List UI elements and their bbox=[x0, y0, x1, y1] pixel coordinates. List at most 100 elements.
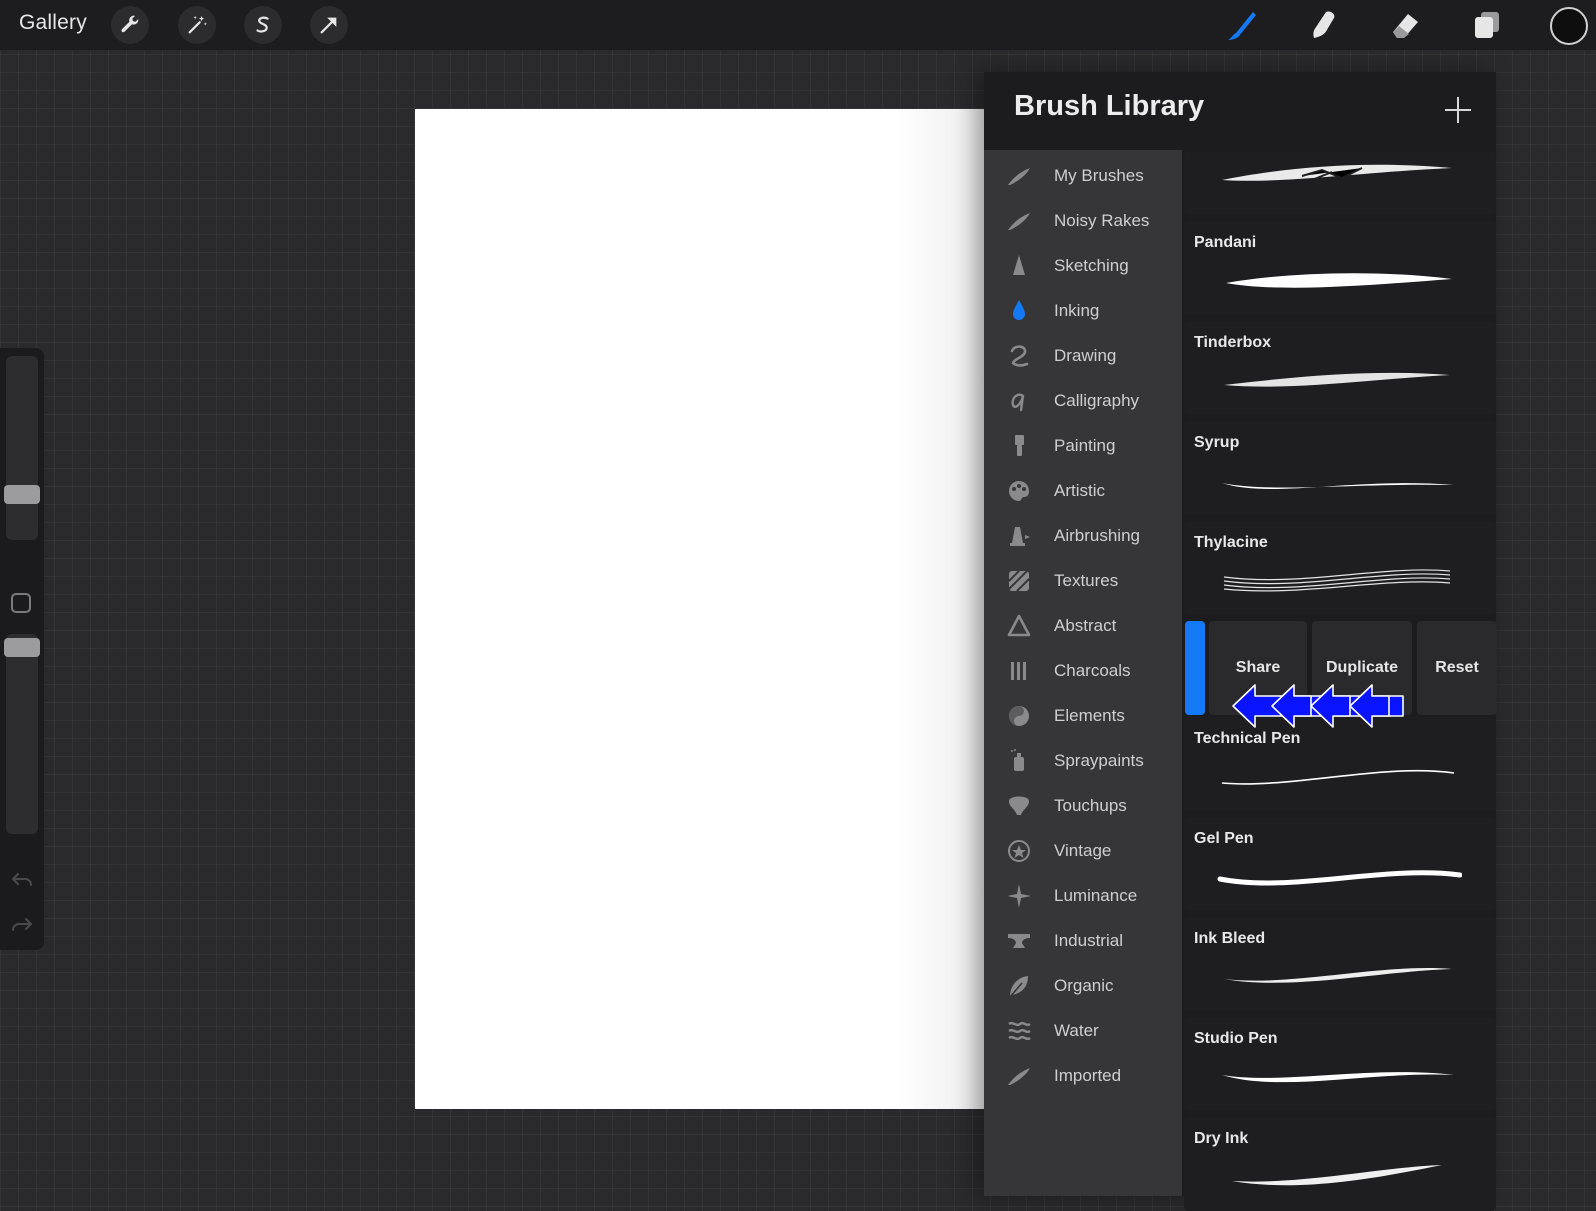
drawing-canvas[interactable] bbox=[415, 109, 985, 1109]
reset-button[interactable]: Reset bbox=[1417, 621, 1497, 715]
brush-stroke-preview bbox=[1222, 1072, 1454, 1083]
sparkle-icon bbox=[1007, 884, 1031, 908]
brush-set-water[interactable]: Water bbox=[984, 1009, 1182, 1051]
brush-stroke-preview bbox=[1224, 372, 1450, 387]
brush-name: Pandani bbox=[1194, 234, 1257, 251]
color-picker-button[interactable] bbox=[1550, 7, 1588, 45]
yin-yang-icon bbox=[1009, 706, 1029, 726]
brush-set-label: Spraypaints bbox=[1054, 751, 1144, 770]
brush-row-pandani[interactable]: Pandani bbox=[1184, 221, 1496, 315]
star-circle-icon bbox=[1008, 840, 1030, 862]
eraser-icon bbox=[1393, 14, 1418, 38]
brush-set-label: Inking bbox=[1054, 301, 1100, 320]
brush-set-sketching[interactable]: Sketching bbox=[984, 244, 1182, 286]
brush-tool-button[interactable] bbox=[1221, 4, 1263, 46]
opacity-slider[interactable] bbox=[6, 634, 38, 834]
actions-button[interactable] bbox=[111, 6, 149, 44]
transform-button[interactable] bbox=[310, 6, 348, 44]
brush-set-touchups[interactable]: Touchups bbox=[984, 784, 1182, 826]
spray-can-icon bbox=[1011, 749, 1024, 771]
brush-row-dry-ink[interactable]: Dry Ink bbox=[1184, 1117, 1496, 1211]
modify-button[interactable] bbox=[11, 593, 31, 613]
triangle-icon bbox=[1007, 614, 1031, 637]
smudge-tool-button[interactable] bbox=[1302, 4, 1344, 46]
layers-icon bbox=[1475, 12, 1499, 38]
brush-set-label: My Brushes bbox=[1054, 166, 1144, 185]
brush-set-industrial[interactable]: Industrial bbox=[984, 919, 1182, 961]
brush-library-title: Brush Library bbox=[1014, 90, 1205, 122]
brush-set-label: Elements bbox=[1054, 706, 1125, 725]
brush-set-label: Airbrushing bbox=[1054, 526, 1140, 545]
brush-name: Syrup bbox=[1194, 434, 1240, 451]
brush-name: Thylacine bbox=[1194, 534, 1268, 551]
brush-set-artistic[interactable]: Artistic bbox=[984, 469, 1182, 511]
brush-set-label: Water bbox=[1054, 1021, 1099, 1040]
squiggle-icon bbox=[1010, 345, 1029, 367]
brush-icon bbox=[1228, 12, 1256, 40]
adjustments-button[interactable] bbox=[178, 6, 216, 44]
brush-name: Tinderbox bbox=[1194, 334, 1272, 351]
brush-row-syrup[interactable]: Syrup bbox=[1184, 421, 1496, 515]
eraser-tool-button[interactable] bbox=[1384, 4, 1426, 46]
brush-set-vintage[interactable]: Vintage bbox=[984, 829, 1182, 871]
brush-stroke-preview bbox=[1217, 870, 1462, 886]
brush-set-label: Vintage bbox=[1054, 841, 1112, 860]
brush-name: Dry Ink bbox=[1194, 1130, 1249, 1147]
brush-stroke-preview bbox=[1222, 483, 1454, 489]
brush-set-spraypaints[interactable]: Spraypaints bbox=[984, 739, 1182, 781]
feather-icon bbox=[1008, 1068, 1030, 1085]
brush-set-label: Noisy Rakes bbox=[1054, 211, 1150, 230]
pencil-tip-icon bbox=[1013, 255, 1025, 275]
opacity-thumb[interactable] bbox=[4, 637, 40, 657]
brush-row-gel-pen[interactable]: Gel Pen bbox=[1184, 817, 1496, 911]
brush-size-thumb[interactable] bbox=[4, 484, 40, 504]
brush-row-tinderbox[interactable]: Tinderbox bbox=[1184, 321, 1496, 415]
brush-set-charcoals[interactable]: Charcoals bbox=[984, 649, 1182, 691]
brush-set-label: Luminance bbox=[1054, 886, 1138, 905]
brush-set-my-brushes[interactable]: My Brushes bbox=[984, 154, 1182, 196]
brush-stroke-preview bbox=[1232, 1165, 1442, 1186]
brush-set-elements[interactable]: Elements bbox=[984, 694, 1182, 736]
brush-set-textures[interactable]: Textures bbox=[984, 559, 1182, 601]
magic-wand-icon bbox=[188, 15, 207, 34]
brush-set-label: Painting bbox=[1054, 436, 1116, 455]
brush-set-label: Charcoals bbox=[1054, 661, 1131, 680]
brush-set-label: Calligraphy bbox=[1054, 391, 1140, 410]
brush-name: Technical Pen bbox=[1194, 730, 1301, 747]
brush-set-drawing[interactable]: Drawing bbox=[984, 334, 1182, 376]
brush-set-noisy-rakes[interactable]: Noisy Rakes bbox=[984, 199, 1182, 241]
brush-set-calligraphy[interactable]: Calligraphy bbox=[984, 379, 1182, 421]
left-sidebar bbox=[0, 348, 44, 950]
brush-set-airbrushing[interactable]: Airbrushing bbox=[984, 514, 1182, 556]
texture-icon bbox=[1008, 570, 1030, 592]
brush-set-label: Touchups bbox=[1054, 796, 1127, 815]
brush-set-painting[interactable]: Painting bbox=[984, 424, 1182, 466]
selection-s-icon bbox=[256, 16, 269, 33]
brush-set-luminance[interactable]: Luminance bbox=[984, 874, 1182, 916]
brush-row[interactable] bbox=[1184, 152, 1496, 215]
brush-row-thylacine[interactable]: Thylacine bbox=[1184, 521, 1496, 615]
brush-set-imported[interactable]: Imported bbox=[984, 1054, 1182, 1096]
brush-set-organic[interactable]: Organic bbox=[984, 964, 1182, 1006]
brush-row-ink-bleed[interactable]: Ink Bleed bbox=[1184, 917, 1496, 1011]
brush-stroke-preview bbox=[1221, 769, 1455, 785]
top-toolbar: Gallery bbox=[0, 0, 1596, 50]
brush-set-abstract[interactable]: Abstract bbox=[984, 604, 1182, 646]
brush-set-label: Industrial bbox=[1054, 931, 1123, 950]
layers-button[interactable] bbox=[1466, 4, 1508, 46]
brush-row-technical-pen[interactable]: Technical Pen bbox=[1184, 717, 1496, 811]
redo-icon[interactable] bbox=[10, 915, 34, 935]
airbrush-icon bbox=[1010, 527, 1030, 546]
brush-set-label: Drawing bbox=[1054, 346, 1117, 365]
brush-name: Gel Pen bbox=[1194, 830, 1254, 847]
brush-name: Studio Pen bbox=[1194, 1030, 1278, 1047]
brush-set-inking[interactable]: Inking bbox=[984, 289, 1182, 331]
gallery-button[interactable]: Gallery bbox=[19, 11, 87, 35]
undo-icon[interactable] bbox=[10, 870, 34, 890]
brush-row-studio-pen[interactable]: Studio Pen bbox=[1184, 1017, 1496, 1111]
smudge-icon bbox=[1313, 11, 1335, 38]
brush-name: Ink Bleed bbox=[1194, 930, 1266, 947]
brush-size-slider[interactable] bbox=[6, 356, 38, 540]
selection-button[interactable] bbox=[244, 6, 282, 44]
plus-icon[interactable] bbox=[1441, 93, 1475, 127]
